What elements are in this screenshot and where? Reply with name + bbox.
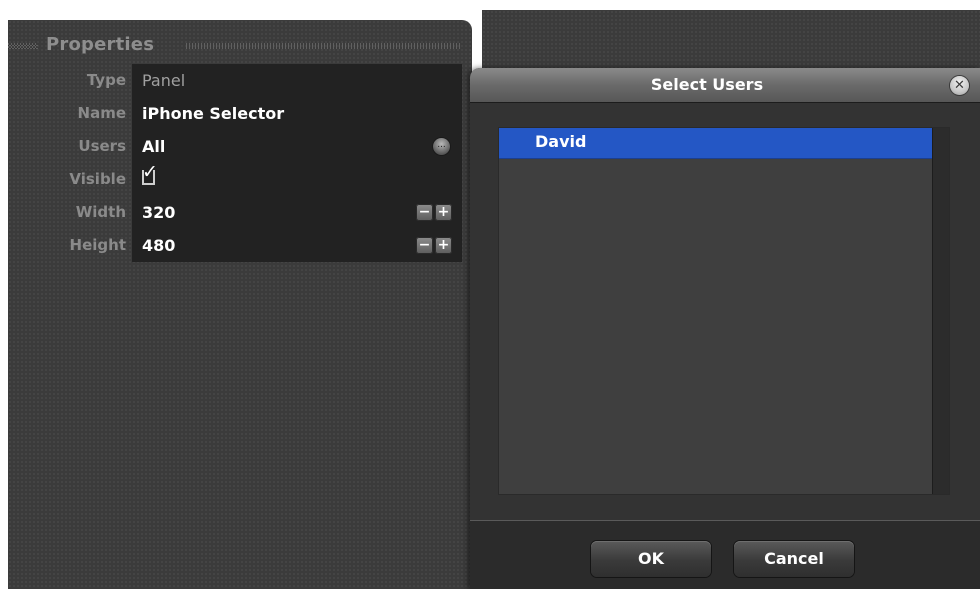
width-field[interactable]: 320 − +	[132, 196, 462, 229]
property-label: Name	[77, 104, 126, 122]
type-value: Panel	[142, 71, 186, 90]
property-value-cell: Panel	[132, 64, 462, 97]
height-decrement-button[interactable]: −	[416, 237, 433, 254]
property-row-type: Type Panel	[8, 64, 462, 97]
visible-field: ✓	[132, 163, 462, 196]
users-field: All ...	[132, 130, 462, 163]
property-row-visible: Visible ✓	[8, 163, 462, 196]
cancel-button[interactable]: Cancel	[734, 541, 854, 577]
property-label: Type	[86, 71, 126, 89]
drag-grip-icon[interactable]	[8, 43, 38, 49]
list-item[interactable]: David	[499, 128, 932, 159]
visible-checkbox[interactable]: ✓	[142, 163, 158, 185]
property-row-users: Users All ...	[8, 130, 462, 163]
height-value[interactable]: 480	[142, 229, 175, 262]
properties-table: Type Panel Name iPhone Selector Users Al…	[8, 64, 462, 262]
name-value[interactable]: iPhone Selector	[142, 97, 284, 130]
height-field[interactable]: 480 − +	[132, 229, 462, 262]
properties-panel: Properties Type Panel Name iPhone Select…	[8, 20, 472, 589]
drag-grip-icon[interactable]	[186, 43, 460, 49]
height-stepper: − +	[416, 237, 452, 254]
property-label: Users	[78, 137, 126, 155]
properties-title: Properties	[46, 34, 155, 55]
width-stepper: − +	[416, 204, 452, 221]
checkmark-icon: ✓	[142, 161, 158, 183]
user-name: David	[535, 132, 587, 151]
width-value[interactable]: 320	[142, 196, 175, 229]
select-users-dialog: Select Users ✕ David OK Cancel	[470, 68, 980, 589]
dialog-title: Select Users	[650, 75, 764, 94]
top-edge	[0, 0, 980, 10]
width-increment-button[interactable]: +	[435, 204, 452, 221]
property-row-height: Height 480 − +	[8, 229, 462, 262]
property-label: Width	[75, 203, 126, 221]
close-icon: ✕	[954, 78, 965, 93]
ellipsis-icon: ...	[437, 140, 446, 150]
close-button[interactable]: ✕	[950, 76, 969, 95]
users-ellipsis-button[interactable]: ...	[433, 138, 450, 155]
height-increment-button[interactable]: +	[435, 237, 452, 254]
dialog-titlebar[interactable]: Select Users ✕	[470, 68, 980, 103]
width-decrement-button[interactable]: −	[416, 204, 433, 221]
list-scrollbar[interactable]	[932, 128, 949, 494]
name-field[interactable]: iPhone Selector	[132, 97, 462, 130]
ok-button[interactable]: OK	[591, 541, 711, 577]
app-window: Properties Type Panel Name iPhone Select…	[0, 0, 980, 589]
property-row-name: Name iPhone Selector	[8, 97, 462, 130]
property-label: Height	[69, 236, 126, 254]
users-list[interactable]: David	[498, 127, 950, 495]
property-label: Visible	[69, 170, 126, 188]
properties-header: Properties	[8, 32, 464, 60]
dialog-footer: OK Cancel	[470, 521, 980, 589]
users-value: All	[142, 137, 166, 156]
property-row-width: Width 320 − +	[8, 196, 462, 229]
